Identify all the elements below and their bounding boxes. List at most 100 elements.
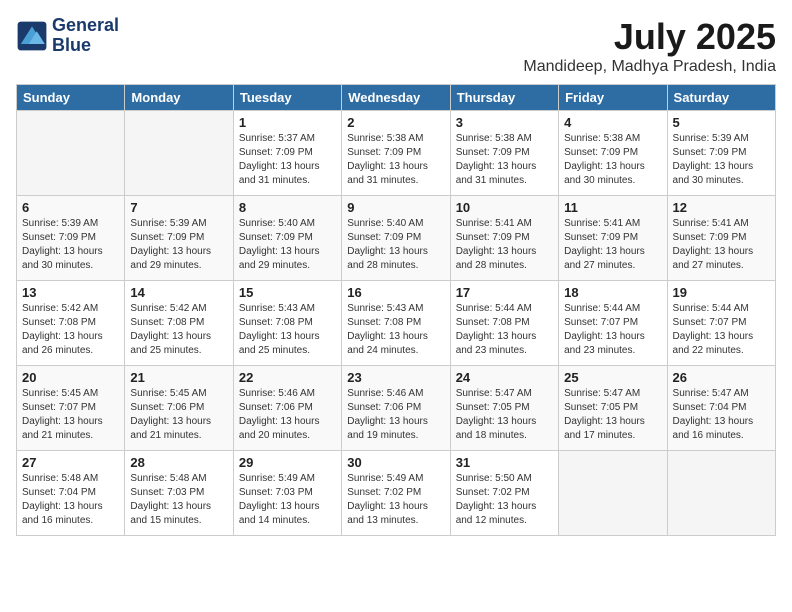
day-detail: Sunrise: 5:42 AM Sunset: 7:08 PM Dayligh… [22, 302, 119, 358]
calendar-cell: 7 Sunrise: 5:39 AM Sunset: 7:09 PM Daylig… [125, 196, 233, 281]
calendar-cell [17, 111, 125, 196]
day-number: 12 [673, 200, 770, 215]
day-detail: Sunrise: 5:44 AM Sunset: 7:07 PM Dayligh… [564, 302, 661, 358]
day-number: 22 [239, 370, 336, 385]
location-title: Mandideep, Madhya Pradesh, India [523, 58, 776, 76]
day-number: 26 [673, 370, 770, 385]
day-number: 5 [673, 115, 770, 130]
day-detail: Sunrise: 5:41 AM Sunset: 7:09 PM Dayligh… [564, 217, 661, 273]
day-number: 18 [564, 285, 661, 300]
calendar-body: 1 Sunrise: 5:37 AM Sunset: 7:09 PM Daylig… [17, 111, 776, 536]
day-number: 25 [564, 370, 661, 385]
day-detail: Sunrise: 5:44 AM Sunset: 7:08 PM Dayligh… [456, 302, 553, 358]
day-number: 16 [347, 285, 444, 300]
day-number: 4 [564, 115, 661, 130]
day-detail: Sunrise: 5:43 AM Sunset: 7:08 PM Dayligh… [347, 302, 444, 358]
day-detail: Sunrise: 5:46 AM Sunset: 7:06 PM Dayligh… [347, 387, 444, 443]
day-number: 10 [456, 200, 553, 215]
day-number: 1 [239, 115, 336, 130]
weekday-header: Friday [559, 85, 667, 111]
day-number: 20 [22, 370, 119, 385]
calendar-cell: 25 Sunrise: 5:47 AM Sunset: 7:05 PM Dayli… [559, 366, 667, 451]
day-detail: Sunrise: 5:48 AM Sunset: 7:04 PM Dayligh… [22, 472, 119, 528]
calendar-cell: 27Sunrise: 5:48 AM Sunset: 7:04 PM Dayli… [17, 451, 125, 536]
calendar-cell: 23 Sunrise: 5:46 AM Sunset: 7:06 PM Dayli… [342, 366, 450, 451]
day-number: 9 [347, 200, 444, 215]
day-number: 21 [130, 370, 227, 385]
calendar-cell: 22 Sunrise: 5:46 AM Sunset: 7:06 PM Dayli… [233, 366, 341, 451]
day-detail: Sunrise: 5:48 AM Sunset: 7:03 PM Dayligh… [130, 472, 227, 528]
day-number: 2 [347, 115, 444, 130]
day-number: 11 [564, 200, 661, 215]
day-detail: Sunrise: 5:42 AM Sunset: 7:08 PM Dayligh… [130, 302, 227, 358]
day-detail: Sunrise: 5:43 AM Sunset: 7:08 PM Dayligh… [239, 302, 336, 358]
day-detail: Sunrise: 5:47 AM Sunset: 7:04 PM Dayligh… [673, 387, 770, 443]
day-number: 15 [239, 285, 336, 300]
calendar-cell: 20 Sunrise: 5:45 AM Sunset: 7:07 PM Dayli… [17, 366, 125, 451]
day-detail: Sunrise: 5:40 AM Sunset: 7:09 PM Dayligh… [347, 217, 444, 273]
page-header: General Blue July 2025 Mandideep, Madhya… [16, 16, 776, 76]
weekday-header: Saturday [667, 85, 775, 111]
logo-text: General Blue [52, 16, 119, 56]
calendar-cell: 17 Sunrise: 5:44 AM Sunset: 7:08 PM Dayli… [450, 281, 558, 366]
day-number: 8 [239, 200, 336, 215]
calendar-header-row: SundayMondayTuesdayWednesdayThursdayFrid… [17, 85, 776, 111]
day-detail: Sunrise: 5:38 AM Sunset: 7:09 PM Dayligh… [347, 132, 444, 188]
weekday-header: Tuesday [233, 85, 341, 111]
day-detail: Sunrise: 5:37 AM Sunset: 7:09 PM Dayligh… [239, 132, 336, 188]
calendar-cell: 26 Sunrise: 5:47 AM Sunset: 7:04 PM Dayli… [667, 366, 775, 451]
calendar-cell: 13 Sunrise: 5:42 AM Sunset: 7:08 PM Dayli… [17, 281, 125, 366]
day-detail: Sunrise: 5:45 AM Sunset: 7:07 PM Dayligh… [22, 387, 119, 443]
calendar-cell: 11 Sunrise: 5:41 AM Sunset: 7:09 PM Dayli… [559, 196, 667, 281]
day-detail: Sunrise: 5:39 AM Sunset: 7:09 PM Dayligh… [22, 217, 119, 273]
day-detail: Sunrise: 5:49 AM Sunset: 7:02 PM Dayligh… [347, 472, 444, 528]
day-detail: Sunrise: 5:40 AM Sunset: 7:09 PM Dayligh… [239, 217, 336, 273]
calendar-cell: 4 Sunrise: 5:38 AM Sunset: 7:09 PM Daylig… [559, 111, 667, 196]
calendar-cell: 24Sunrise: 5:47 AM Sunset: 7:05 PM Dayli… [450, 366, 558, 451]
calendar-cell: 29Sunrise: 5:49 AM Sunset: 7:03 PM Dayli… [233, 451, 341, 536]
calendar-week-row: 27Sunrise: 5:48 AM Sunset: 7:04 PM Dayli… [17, 451, 776, 536]
calendar-cell [125, 111, 233, 196]
calendar-week-row: 1 Sunrise: 5:37 AM Sunset: 7:09 PM Daylig… [17, 111, 776, 196]
day-detail: Sunrise: 5:41 AM Sunset: 7:09 PM Dayligh… [456, 217, 553, 273]
day-number: 3 [456, 115, 553, 130]
calendar-cell: 3 Sunrise: 5:38 AM Sunset: 7:09 PM Daylig… [450, 111, 558, 196]
day-detail: Sunrise: 5:38 AM Sunset: 7:09 PM Dayligh… [456, 132, 553, 188]
calendar-cell: 8 Sunrise: 5:40 AM Sunset: 7:09 PM Daylig… [233, 196, 341, 281]
day-number: 14 [130, 285, 227, 300]
calendar-week-row: 13 Sunrise: 5:42 AM Sunset: 7:08 PM Dayli… [17, 281, 776, 366]
calendar-cell: 5 Sunrise: 5:39 AM Sunset: 7:09 PM Daylig… [667, 111, 775, 196]
day-detail: Sunrise: 5:44 AM Sunset: 7:07 PM Dayligh… [673, 302, 770, 358]
calendar-cell: 9 Sunrise: 5:40 AM Sunset: 7:09 PM Daylig… [342, 196, 450, 281]
calendar-cell: 6 Sunrise: 5:39 AM Sunset: 7:09 PM Daylig… [17, 196, 125, 281]
calendar-cell: 21Sunrise: 5:45 AM Sunset: 7:06 PM Dayli… [125, 366, 233, 451]
day-number: 6 [22, 200, 119, 215]
day-number: 23 [347, 370, 444, 385]
day-detail: Sunrise: 5:38 AM Sunset: 7:09 PM Dayligh… [564, 132, 661, 188]
weekday-header: Sunday [17, 85, 125, 111]
calendar-cell: 14 Sunrise: 5:42 AM Sunset: 7:08 PM Dayli… [125, 281, 233, 366]
day-number: 17 [456, 285, 553, 300]
weekday-header: Monday [125, 85, 233, 111]
day-detail: Sunrise: 5:50 AM Sunset: 7:02 PM Dayligh… [456, 472, 553, 528]
day-number: 28 [130, 455, 227, 470]
calendar-cell: 18 Sunrise: 5:44 AM Sunset: 7:07 PM Dayli… [559, 281, 667, 366]
day-detail: Sunrise: 5:46 AM Sunset: 7:06 PM Dayligh… [239, 387, 336, 443]
calendar-cell: 16 Sunrise: 5:43 AM Sunset: 7:08 PM Dayli… [342, 281, 450, 366]
day-detail: Sunrise: 5:47 AM Sunset: 7:05 PM Dayligh… [564, 387, 661, 443]
calendar-cell: 2 Sunrise: 5:38 AM Sunset: 7:09 PM Daylig… [342, 111, 450, 196]
day-number: 7 [130, 200, 227, 215]
day-detail: Sunrise: 5:39 AM Sunset: 7:09 PM Dayligh… [130, 217, 227, 273]
day-detail: Sunrise: 5:39 AM Sunset: 7:09 PM Dayligh… [673, 132, 770, 188]
weekday-header: Wednesday [342, 85, 450, 111]
title-block: July 2025 Mandideep, Madhya Pradesh, Ind… [523, 16, 776, 76]
logo: General Blue [16, 16, 119, 56]
calendar-cell: 31Sunrise: 5:50 AM Sunset: 7:02 PM Dayli… [450, 451, 558, 536]
calendar-cell: 19Sunrise: 5:44 AM Sunset: 7:07 PM Dayli… [667, 281, 775, 366]
calendar-cell: 10 Sunrise: 5:41 AM Sunset: 7:09 PM Dayli… [450, 196, 558, 281]
month-title: July 2025 [523, 16, 776, 58]
calendar-week-row: 6 Sunrise: 5:39 AM Sunset: 7:09 PM Daylig… [17, 196, 776, 281]
calendar-cell: 30Sunrise: 5:49 AM Sunset: 7:02 PM Dayli… [342, 451, 450, 536]
day-number: 13 [22, 285, 119, 300]
day-detail: Sunrise: 5:41 AM Sunset: 7:09 PM Dayligh… [673, 217, 770, 273]
